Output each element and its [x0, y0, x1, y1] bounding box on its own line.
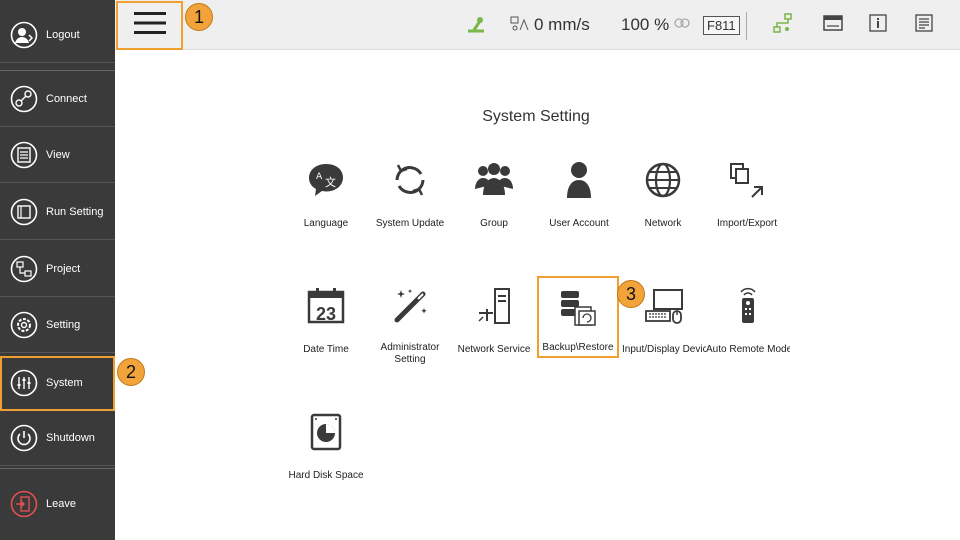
computer-peripherals-icon [644, 286, 684, 326]
server-network-icon [474, 286, 514, 326]
tile-network[interactable]: Network [623, 150, 703, 240]
sidebar-item-label: Run Setting [46, 206, 104, 218]
network-status-button[interactable] [772, 0, 794, 50]
app-root: Logout Connect View Run Setting Project … [0, 0, 960, 540]
tile-label: Network Service [457, 344, 531, 355]
tile-date-time[interactable]: 23 Date Time [286, 276, 366, 366]
tile-label: System Update [375, 218, 445, 229]
hamburger-icon [133, 11, 166, 40]
group-users-icon [474, 160, 514, 200]
sidebar-item-label: Logout [46, 29, 80, 41]
tile-label: Hard Disk Space [288, 470, 364, 481]
robot-status-indicator[interactable] [465, 0, 487, 50]
user-logout-icon [10, 21, 38, 49]
tile-label: Language [303, 218, 349, 229]
view-icon [10, 141, 38, 169]
window-layout-button[interactable] [823, 0, 843, 50]
sidebar-item-label: Setting [46, 319, 81, 331]
override-percent: 100 % [621, 0, 691, 50]
function-code: F811 [703, 15, 740, 35]
svg-text:A: A [316, 172, 323, 182]
tile-label: Auto Remote Mode [706, 344, 790, 355]
sidebar-item-label: Shutdown [46, 432, 95, 444]
log-button[interactable] [915, 0, 933, 50]
top-bar: 0 mm/s 100 % F811 [115, 0, 960, 50]
tile-language[interactable]: A文 Language [286, 150, 366, 240]
speed-gauge-icon [510, 14, 530, 37]
sidebar-item-label: Connect [46, 93, 87, 105]
hamburger-menu-button[interactable] [116, 1, 183, 50]
sidebar: Logout Connect View Run Setting Project … [0, 0, 115, 540]
sidebar-item-label: Project [46, 263, 81, 275]
sidebar-item-project[interactable]: Project [0, 242, 115, 297]
sidebar-item-leave[interactable]: Leave [0, 476, 115, 531]
speed-display: 0 mm/s [510, 0, 590, 50]
disk-usage-icon [306, 412, 346, 452]
calendar-day-number: 23 [315, 304, 337, 324]
topbar-divider [746, 12, 747, 40]
tile-group[interactable]: Group [454, 150, 534, 240]
window-icon [823, 14, 843, 36]
tile-label: Network [644, 218, 682, 229]
exit-door-icon [10, 490, 38, 518]
tile-label: Import/Export [716, 218, 778, 229]
sidebar-item-run-setting[interactable]: Run Setting [0, 185, 115, 240]
tile-network-service[interactable]: Network Service [454, 276, 534, 366]
globe-icon [643, 160, 683, 200]
sidebar-item-label: Leave [46, 497, 76, 510]
database-backup-icon [558, 288, 598, 328]
tile-label: User Account [549, 218, 609, 229]
import-export-icon [727, 160, 767, 200]
link-icon [673, 15, 691, 35]
sidebar-item-view[interactable]: View [0, 128, 115, 183]
info-button[interactable] [869, 0, 887, 50]
robot-arm-icon [465, 13, 487, 38]
page-title: System Setting [482, 108, 590, 125]
tile-label: Input/Display Device [622, 344, 706, 355]
user-icon [559, 160, 599, 200]
tile-auto-remote-mode[interactable]: Auto Remote Mode [706, 276, 790, 366]
tile-system-update[interactable]: System Update [370, 150, 450, 240]
annotation-badge-2: 2 [117, 358, 145, 386]
sidebar-divider [0, 468, 115, 469]
tile-hard-disk-space[interactable]: Hard Disk Space [286, 402, 366, 492]
tile-user-account[interactable]: User Account [539, 150, 619, 240]
speed-value: 0 mm/s [534, 15, 590, 34]
tile-label: Backup\Restore [542, 342, 614, 353]
tile-label: Group [480, 218, 508, 229]
sidebar-item-label: System [46, 377, 83, 389]
sidebar-item-connect[interactable]: Connect [0, 72, 115, 127]
info-icon [869, 13, 887, 37]
tile-administrator-setting[interactable]: Administrator Setting [370, 276, 450, 366]
sidebar-item-setting[interactable]: Setting [0, 298, 115, 353]
power-icon [10, 424, 38, 452]
function-code-display[interactable]: F811 [703, 0, 740, 50]
sidebar-item-system[interactable]: System [0, 356, 115, 411]
sidebar-item-logout[interactable]: Logout [0, 8, 115, 63]
percent-value: 100 % [621, 15, 670, 34]
document-list-icon [915, 13, 933, 37]
run-setting-icon [10, 198, 38, 226]
annotation-badge-1: 1 [185, 3, 213, 31]
annotation-badge-3: 3 [617, 280, 645, 308]
language-icon: A文 [306, 160, 346, 200]
sidebar-divider [0, 70, 115, 71]
sidebar-item-shutdown[interactable]: Shutdown [0, 411, 115, 466]
remote-control-icon [728, 286, 768, 326]
tile-backup-restore[interactable]: Backup\Restore [537, 276, 619, 358]
svg-text:文: 文 [325, 175, 336, 189]
network-tree-icon [772, 12, 794, 39]
sidebar-item-label: View [46, 149, 70, 161]
tile-label: Date Time [303, 344, 349, 355]
calendar-icon: 23 [306, 286, 346, 326]
tile-label: Administrator Setting [380, 342, 440, 365]
sliders-icon [10, 369, 38, 397]
connect-icon [10, 85, 38, 113]
refresh-icon [390, 160, 430, 200]
project-icon [10, 255, 38, 283]
tile-import-export[interactable]: Import/Export [707, 150, 787, 240]
gear-icon [10, 311, 38, 339]
magic-wand-icon [390, 286, 430, 324]
